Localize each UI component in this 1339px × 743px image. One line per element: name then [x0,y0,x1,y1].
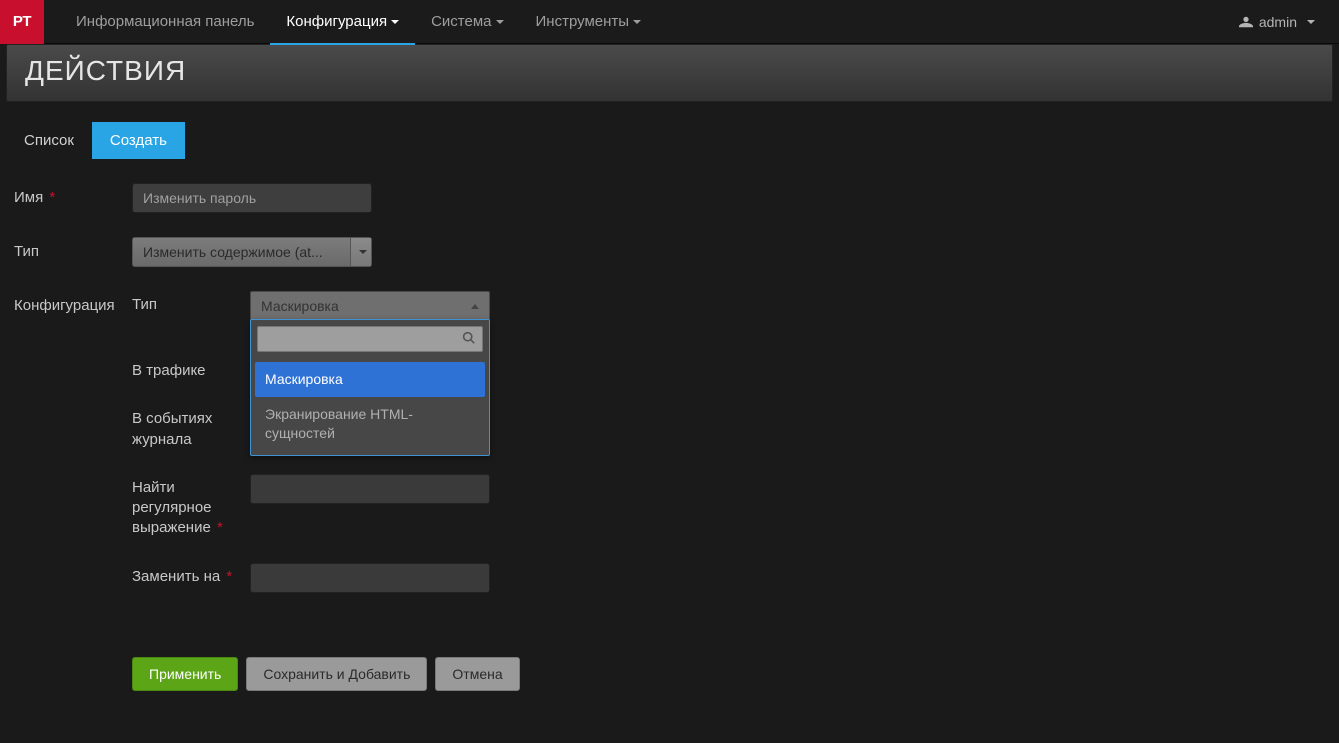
name-input[interactable] [132,183,372,213]
caret-down-icon [496,20,504,24]
nav-item-label: Инструменты [536,13,630,30]
save-and-add-button[interactable]: Сохранить и Добавить [246,657,427,691]
config-row-regex: Найти регулярное выражение * [132,474,490,539]
form-buttons: Применить Сохранить и Добавить Отмена [132,657,1333,691]
replace-input[interactable] [250,563,490,593]
replace-field [250,563,490,593]
type-field: Изменить содержимое (at... [132,237,372,267]
dropdown-search-input[interactable] [257,326,483,352]
type-select-value: Изменить содержимое (at... [132,237,350,267]
nav-item-label: Информационная панель [76,13,254,30]
caret-down-icon [1307,20,1315,24]
dropdown-selected[interactable]: Маскировка [250,291,490,321]
config-row-replace: Заменить на * [132,563,490,593]
logo: PT [0,0,44,44]
dropdown-search [251,320,489,358]
dropdown-option[interactable]: Маскировка [255,362,485,397]
regex-label: Найти регулярное выражение * [132,474,250,539]
nav-items: Информационная панель Конфигурация Систе… [60,0,657,44]
user-name: admin [1259,14,1297,30]
config-type-label: Тип [132,291,250,315]
regex-input[interactable] [250,474,490,504]
in-log-events-label: В событиях журнала [132,405,250,450]
required-mark: * [226,568,232,585]
required-mark: * [217,519,223,536]
caret-down-icon [633,20,641,24]
apply-button[interactable]: Применить [132,657,238,691]
user-menu[interactable]: admin [1239,14,1339,30]
dropdown-option[interactable]: Экранирование HTML-сущностей [255,397,485,451]
content: Список Создать Имя * Тип Изменить содерж… [0,102,1339,691]
nav-item-tools[interactable]: Инструменты [520,0,658,44]
nav-item-system[interactable]: Система [415,0,519,44]
name-field [132,183,372,213]
caret-down-icon [391,20,399,24]
form: Имя * Тип Изменить содержимое (at... Кон… [6,159,1333,691]
select-arrow [350,237,372,267]
config-row-type: Тип Маскировка [132,291,490,321]
form-row-config: Конфигурация Тип Маскировка [14,291,1333,617]
dropdown-selected-value: Маскировка [261,298,339,314]
dropdown-panel: Маскировка Экранирование HTML-сущностей [250,319,490,456]
navbar: PT Информационная панель Конфигурация Си… [0,0,1339,44]
cancel-button[interactable]: Отмена [435,657,519,691]
title-bar: ДЕЙСТВИЯ [6,44,1333,102]
nav-item-label: Конфигурация [286,13,387,30]
type-label: Тип [14,237,132,260]
label-text: Имя [14,189,43,206]
tab-create[interactable]: Создать [92,122,185,159]
name-label: Имя * [14,183,132,206]
replace-label: Заменить на * [132,563,250,587]
caret-down-icon [359,250,367,254]
form-row-type: Тип Изменить содержимое (at... [14,237,1333,267]
search-icon [462,331,475,347]
user-icon [1239,15,1253,29]
config-type-dropdown[interactable]: Маскировка [250,291,490,321]
form-row-name: Имя * [14,183,1333,213]
page-title: ДЕЙСТВИЯ [25,55,1314,87]
config-block: Тип Маскировка [132,291,490,617]
in-traffic-label: В трафике [132,357,250,381]
dropdown-options: Маскировка Экранирование HTML-сущностей [251,358,489,455]
regex-field [250,474,490,504]
config-type-field: Маскировка [250,291,490,321]
config-label: Конфигурация [14,291,132,314]
label-text: Найти регулярное выражение [132,479,212,537]
type-select[interactable]: Изменить содержимое (at... [132,237,372,267]
required-mark: * [49,189,55,206]
label-text: Заменить на [132,568,220,585]
tab-list[interactable]: Список [6,122,92,159]
nav-item-label: Система [431,13,491,30]
caret-up-icon [471,304,479,309]
nav-item-dashboard[interactable]: Информационная панель [60,0,270,44]
tabs: Список Создать [6,122,1333,159]
nav-item-configuration[interactable]: Конфигурация [270,0,415,44]
